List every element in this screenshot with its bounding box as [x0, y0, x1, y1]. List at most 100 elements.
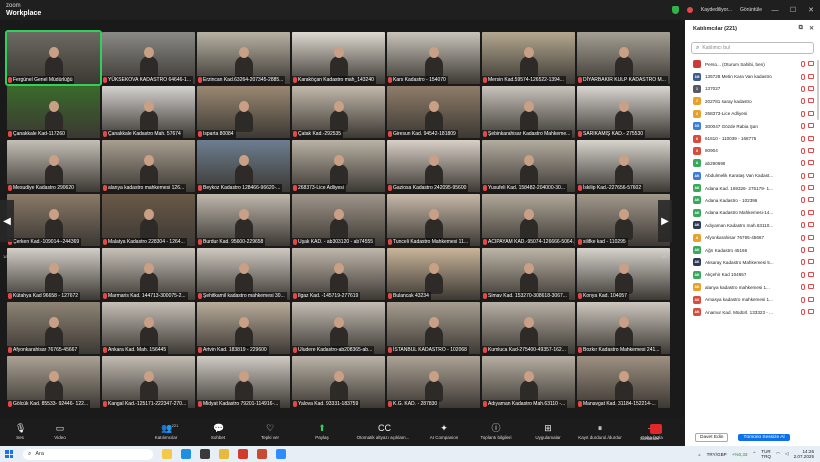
close-panel-icon[interactable]: ✕: [809, 25, 814, 32]
participant-row[interactable]: 1M 135728 Metin Kara Van kadastro: [685, 70, 820, 82]
toolbar-button[interactable]: 🎙 Ses: [0, 418, 40, 446]
toolbar-button[interactable]: ⊞ Uygulamalar: [522, 418, 574, 446]
participant-row[interactable]: AK Ağrı Kadastro 45166: [685, 244, 820, 256]
toolbar-button[interactable]: CC Otomatik altyazı açıklam...: [348, 418, 418, 446]
participant-row[interactable]: AK Adana Kadastro - 102396: [685, 194, 820, 206]
video-tile[interactable]: Yalova Kad. 93331-183759: [292, 356, 385, 408]
taskbar-search-input[interactable]: ⌕ Ara: [23, 448, 153, 460]
video-tile[interactable]: ACIPAYAM KAD.-95074-126666-5064...: [482, 194, 575, 246]
popout-icon[interactable]: ⧉: [799, 25, 803, 32]
video-tile[interactable]: Tunceli Kadastro Mahkemesi 11...: [387, 194, 480, 246]
minimize-icon[interactable]: —: [770, 7, 780, 14]
video-tile[interactable]: İskilip Kad.-227656-57602: [577, 140, 670, 192]
toolbar-button[interactable]: ⏸ Kayıt durdurul./durdur: [574, 418, 626, 446]
video-tile[interactable]: Uludere Kadastro-ab208365-ab...: [292, 302, 385, 354]
video-tile[interactable]: Çerken Kad.-109014--244369: [7, 194, 100, 246]
video-tile[interactable]: Ilgaz Kad. -145719-277619: [292, 248, 385, 300]
video-tile[interactable]: Malatya Kadastro 228304 - 1264...: [102, 194, 195, 246]
video-tile[interactable]: Isparta 80084: [197, 86, 290, 138]
video-tile[interactable]: Mersin Kad.59574-126522-1394...: [482, 32, 575, 84]
video-tile[interactable]: Çatak Kad.-292535: [292, 86, 385, 138]
video-tile[interactable]: Kars Kadastro - 154070: [387, 32, 480, 84]
participant-row[interactable]: AK Abdulmelik Karataş Van Kadast...: [685, 170, 820, 182]
video-tile[interactable]: Gaziosa Kadastro 242095-95600: [387, 140, 480, 192]
language-indicator[interactable]: TUR TRQ: [761, 449, 771, 459]
participant-row[interactable]: Perso... (Oturum Sahibi, ben): [685, 58, 820, 70]
video-tile[interactable]: SARIKAMIŞ KAD.- 275530: [577, 86, 670, 138]
volume-icon[interactable]: ◁: [785, 451, 789, 457]
video-tile[interactable]: Yusufeli Kad. 158482-204000-30...: [482, 140, 575, 192]
participant-row[interactable]: Aab290699: [685, 157, 820, 169]
toolbar-button[interactable]: 👥 221 Katılımcılar: [140, 418, 192, 446]
participant-row[interactable]: 6 61610 - 110039 - 168775: [685, 132, 820, 144]
toolbar-button[interactable]: ⓘ Toplantı bilgileri: [470, 418, 522, 446]
participant-row[interactable]: 1 137027: [685, 83, 820, 95]
participant-row[interactable]: A Afyonkarahisar 76765-45667: [685, 231, 820, 243]
video-tile[interactable]: Konya Kad. 104057: [577, 248, 670, 300]
shield-icon[interactable]: [671, 6, 679, 14]
video-tile[interactable]: Artvin Kad. 183819 - 229600: [197, 302, 290, 354]
video-tile[interactable]: Fergünel Genel Müdürlüğü: [5, 30, 102, 86]
participant-row[interactable]: AK Aksaray Kadastro Mahkemesi 5...: [685, 256, 820, 268]
participant-row[interactable]: 2 268373-Lice Adliyesi: [685, 108, 820, 120]
video-tile[interactable]: Şebinkarahisar Kadastro Mahkeme...: [482, 86, 575, 138]
participant-row[interactable]: AK Adana Kad. 169326- 276179- 1...: [685, 182, 820, 194]
video-tile[interactable]: Uşak KAD. - ab303120 - ab74555: [292, 194, 385, 246]
store-icon[interactable]: [200, 449, 210, 459]
explorer-icon[interactable]: [162, 449, 172, 459]
video-tile[interactable]: Erzincan Kad.63264-207345-2885...: [197, 32, 290, 84]
video-tile[interactable]: Çanakkale Kad-117260: [7, 86, 100, 138]
video-tile[interactable]: YÜKSEKOVA KADASTRO 64646-1...: [102, 32, 195, 84]
video-tile[interactable]: Midyat Kadastro 79201-114916-...: [197, 356, 290, 408]
video-tile[interactable]: Simav Kad. 153270-308618-3067...: [482, 248, 575, 300]
video-tile[interactable]: Ankara Kad. Mah. 156445: [102, 302, 195, 354]
video-tile[interactable]: Beykoz Kadastro 128466-96620-...: [197, 140, 290, 192]
participant-row[interactable]: AK Akçehir Kad 104657: [685, 269, 820, 281]
video-tile[interactable]: Marmaris Kad. 144713-300075-2...: [102, 248, 195, 300]
participant-row[interactable]: AK Adana Kadastro Mahkemesi-14...: [685, 207, 820, 219]
video-tile[interactable]: İSTANBUL KADASTRO - 102068: [387, 302, 480, 354]
zoom-taskbar-icon[interactable]: [276, 449, 286, 459]
clock[interactable]: 14:26 2.07.2025: [794, 449, 814, 460]
invite-button[interactable]: Davet Edin: [695, 432, 729, 442]
video-tile[interactable]: Afyonkarahisar 76765-45667: [7, 302, 100, 354]
end-meeting-button[interactable]: [650, 424, 662, 434]
video-tile[interactable]: Kangal Kad.-125171-222347-270...: [102, 356, 195, 408]
video-tile[interactable]: alanya kadastro mahkemesi 126...: [102, 140, 195, 192]
toolbar-button[interactable]: ✦ AI Companion: [418, 418, 470, 446]
currency-pair[interactable]: TRY/GBP: [707, 452, 727, 457]
video-tile[interactable]: Çanakkale Kadastro Mah. 57674: [102, 86, 195, 138]
toolbar-button[interactable]: ⬆ Paylaş: [296, 418, 348, 446]
toolbar-button[interactable]: 💬 Sohbet: [192, 418, 244, 446]
video-tile[interactable]: Mesudiye Kadastro 290620: [7, 140, 100, 192]
tray-overflow-icon[interactable]: ⌃: [752, 451, 756, 457]
video-tile[interactable]: Burdur Kad. 95600-229658: [197, 194, 290, 246]
folder-icon[interactable]: [219, 449, 229, 459]
toolbar-button[interactable]: ▭ Video: [40, 418, 80, 446]
video-tile[interactable]: silifke kad - 110295: [577, 194, 670, 246]
participant-row[interactable]: 3G 300047 Gözde Rabia Şan: [685, 120, 820, 132]
video-tile[interactable]: Manavgat Kad. 31184-152214-...: [577, 356, 670, 408]
video-tile[interactable]: Bulancak 43234: [387, 248, 480, 300]
mute-all-button[interactable]: Tümünü Sessize Al: [738, 433, 790, 441]
maximize-icon[interactable]: ☐: [788, 6, 798, 14]
participant-search-input[interactable]: ⌕ Katılımcı bul: [691, 42, 814, 54]
participant-scrollbar[interactable]: [817, 60, 819, 120]
video-tile[interactable]: Gölcük Kad. 85533- 92446- 122...: [7, 356, 100, 408]
powerpoint-icon[interactable]: [257, 449, 267, 459]
video-tile[interactable]: Kumluca Kad-275400-49357-162...: [482, 302, 575, 354]
view-button[interactable]: Görüntüle: [740, 7, 762, 13]
close-icon[interactable]: ✕: [806, 6, 816, 14]
participant-list[interactable]: Perso... (Oturum Sahibi, ben) 1M 135728 Me…: [685, 58, 820, 428]
wifi-icon[interactable]: ◠: [776, 451, 780, 457]
participant-row[interactable]: AK Anamur Kad. Müdürl. 133323 - ...: [685, 306, 820, 318]
participant-row[interactable]: AK Adıyaman Kadastro mah.63110...: [685, 219, 820, 231]
video-tile[interactable]: Kütahya Kad 96658 - 127672: [7, 248, 100, 300]
participant-row[interactable]: AK alanya kadastro mahkemesi 1...: [685, 281, 820, 293]
windows-start-icon[interactable]: [5, 450, 13, 458]
video-tile[interactable]: Bozkır Kadastro Mahkemesi 241...: [577, 302, 670, 354]
video-tile[interactable]: Adıyaman Kadastro Mah.63110 -...: [482, 356, 575, 408]
video-tile[interactable]: Karaköçan Kadastro mah_143240: [292, 32, 385, 84]
edge-icon[interactable]: [181, 449, 191, 459]
participant-row[interactable]: 2 202781 saray kadastro: [685, 95, 820, 107]
